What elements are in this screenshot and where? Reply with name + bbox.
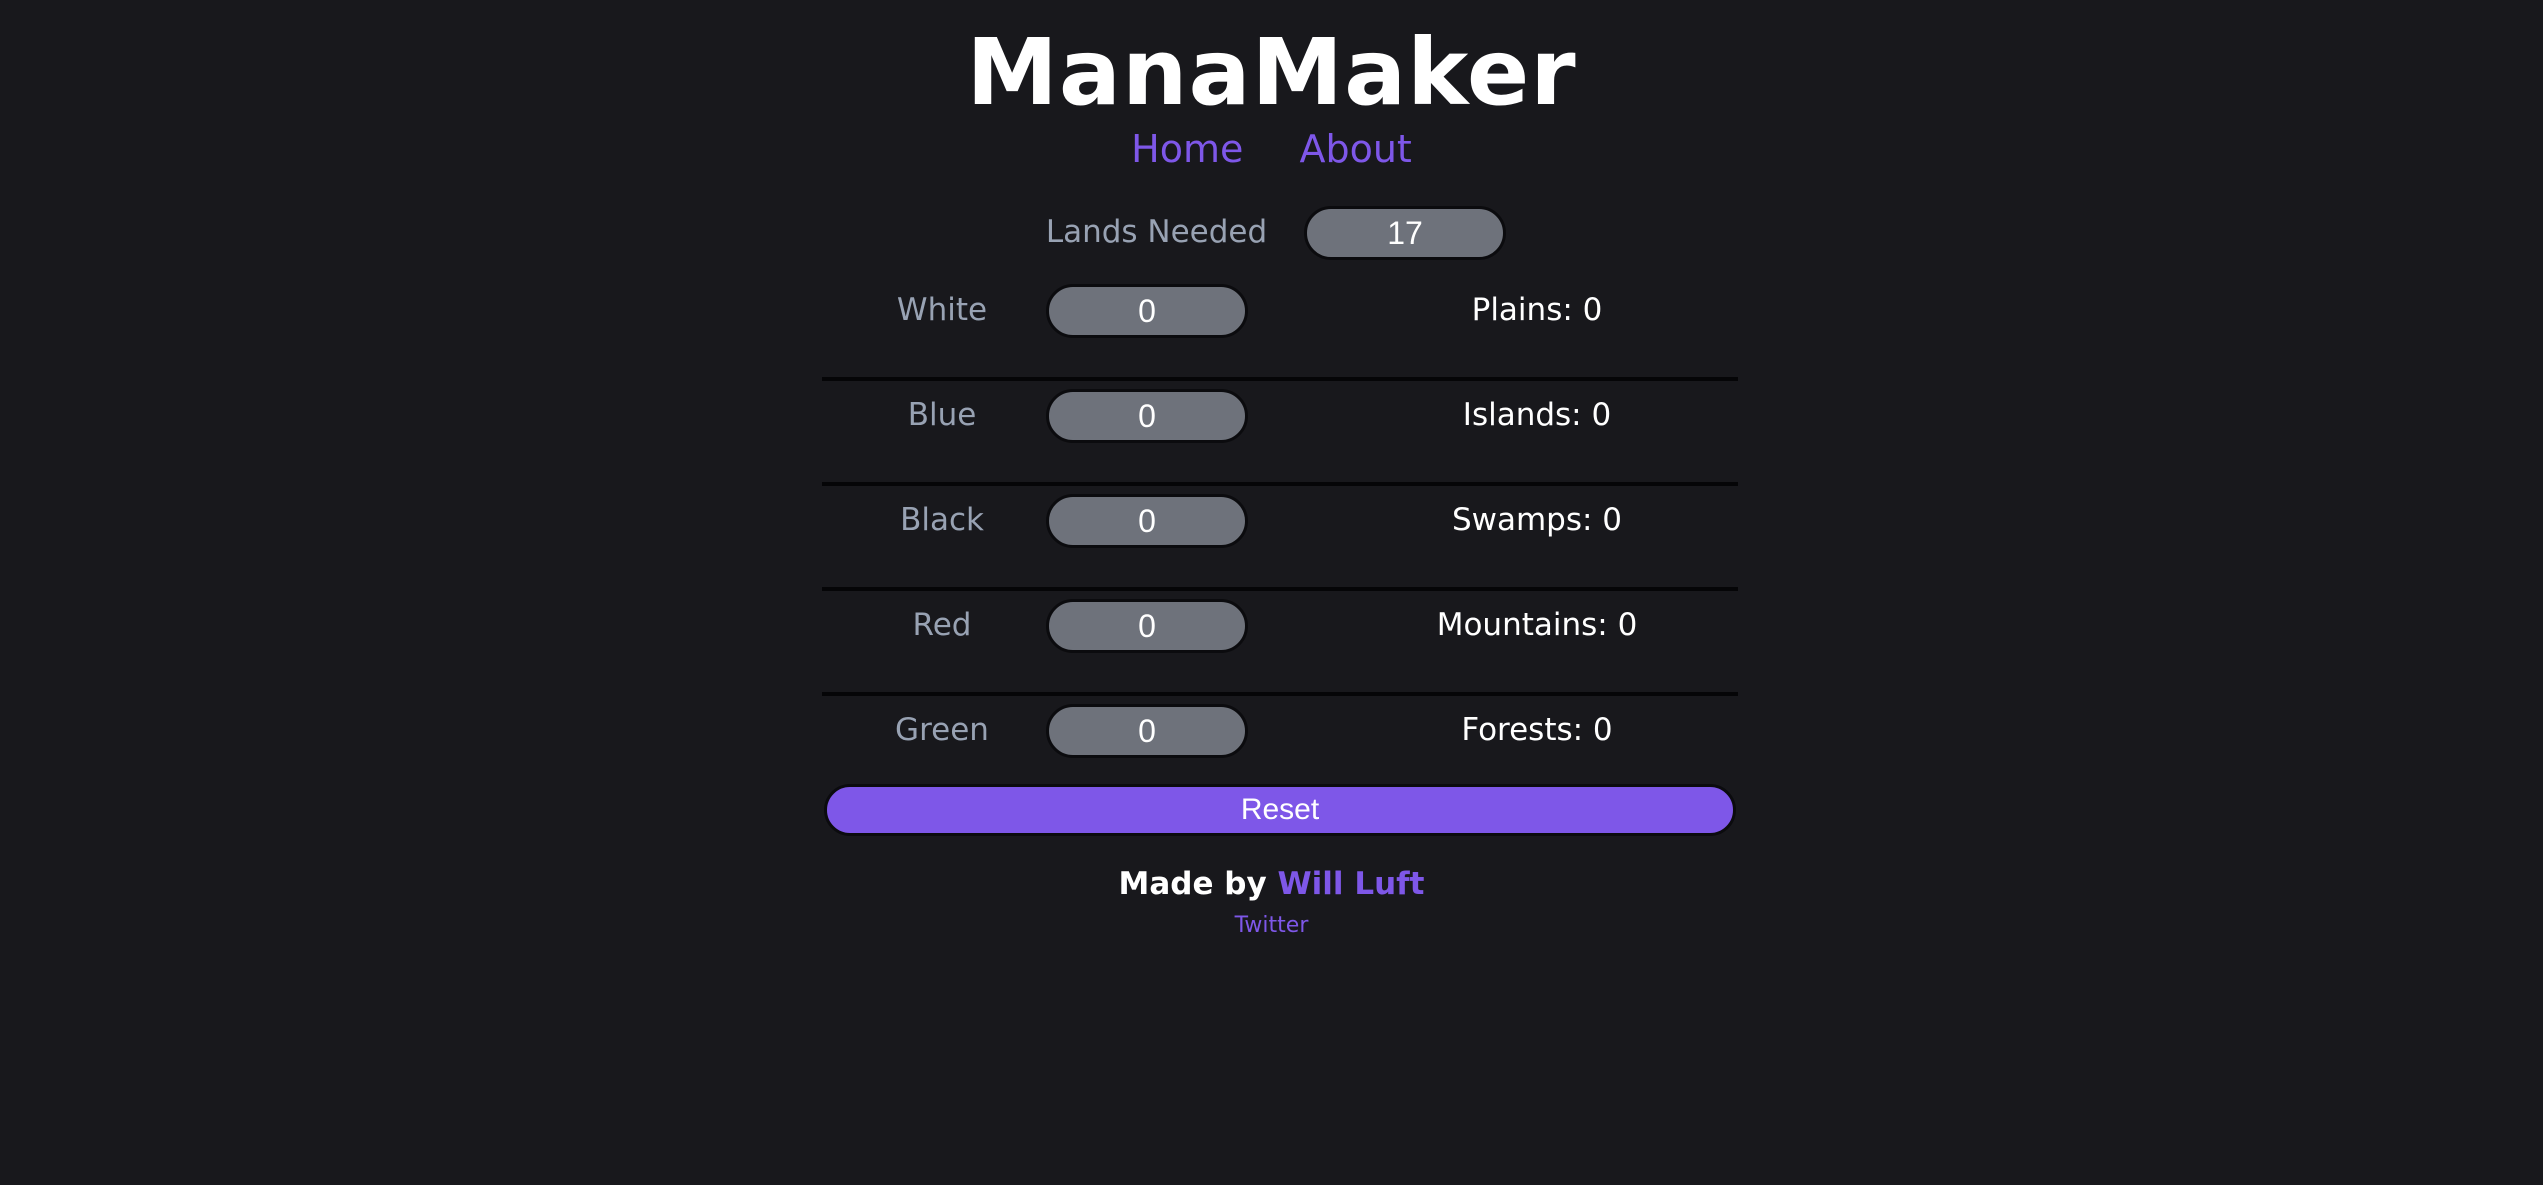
color-label-white: White — [896, 292, 988, 328]
lands-needed-label: Lands Needed — [1045, 214, 1268, 250]
nav-about-link[interactable]: About — [1299, 127, 1411, 171]
page: ManaMaker Home About Lands Needed 17 Whi… — [0, 0, 2543, 1185]
color-label-black: Black — [900, 502, 984, 538]
green-count-input[interactable]: 0 — [1046, 704, 1248, 758]
twitter-link[interactable]: Twitter — [1235, 913, 1309, 938]
twitter-row: Twitter — [0, 910, 2543, 942]
color-row-white: White 0 Plains: 0 — [822, 276, 1738, 381]
color-row-blue: Blue 0 Islands: 0 — [822, 381, 1738, 486]
made-by-text: Made by — [1118, 866, 1267, 902]
plains-result: Plains: 0 — [1471, 292, 1603, 328]
color-row-red: Red 0 Mountains: 0 — [822, 591, 1738, 696]
lands-needed-input[interactable]: 17 — [1304, 206, 1506, 260]
color-label-red: Red — [912, 607, 972, 643]
reset-button[interactable]: Reset — [824, 784, 1736, 836]
top-nav: Home About — [0, 122, 2543, 176]
color-label-green: Green — [895, 712, 989, 748]
swamps-result: Swamps: 0 — [1451, 502, 1623, 538]
islands-result: Islands: 0 — [1462, 397, 1612, 433]
color-list: White 0 Plains: 0 Blue 0 Islands: 0 Blac… — [822, 276, 1738, 801]
forests-result: Forests: 0 — [1461, 712, 1613, 748]
lands-needed-row: Lands Needed 17 — [1030, 204, 1542, 260]
nav-home-link[interactable]: Home — [1131, 127, 1243, 171]
color-label-blue: Blue — [907, 397, 977, 433]
blue-count-input[interactable]: 0 — [1046, 389, 1248, 443]
white-count-input[interactable]: 0 — [1046, 284, 1248, 338]
black-count-input[interactable]: 0 — [1046, 494, 1248, 548]
red-count-input[interactable]: 0 — [1046, 599, 1248, 653]
mountains-result: Mountains: 0 — [1436, 607, 1638, 643]
author-link[interactable]: Will Luft — [1277, 866, 1424, 902]
app-title: ManaMaker — [966, 19, 1577, 126]
made-by-credit: Made by Will Luft — [0, 862, 2543, 906]
color-row-black: Black 0 Swamps: 0 — [822, 486, 1738, 591]
